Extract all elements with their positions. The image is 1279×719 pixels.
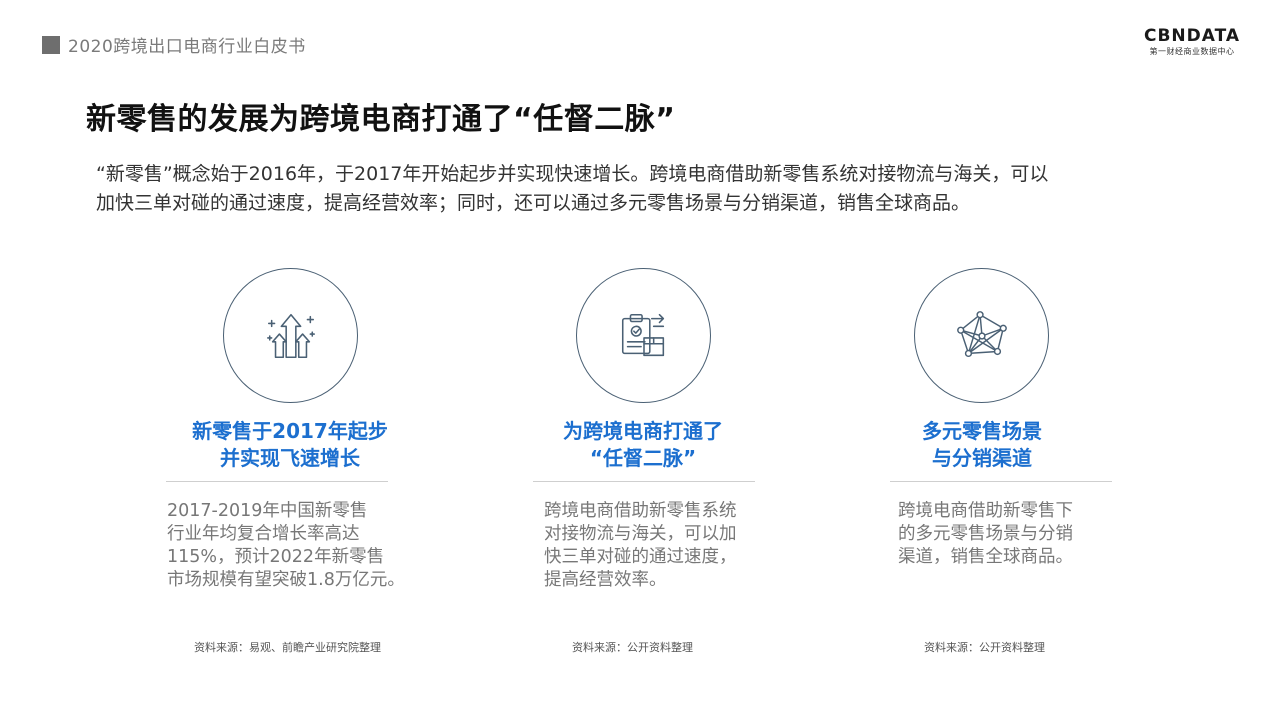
logo-subtitle: 第一财经商业数据中心: [1149, 47, 1235, 56]
intro-line-2: 加快三单对碰的通过速度，提高经营效率；同时，还可以通过多元零售场景与分销渠道，销…: [96, 192, 971, 214]
source-note: 资料来源：易观、前瞻产业研究院整理: [194, 641, 381, 654]
page-title: 新零售的发展为跨境电商打通了“任督二脉”: [86, 102, 676, 137]
intro-paragraph: “新零售”概念始于2016年，于2017年开始起步并实现快速增长。跨境电商借助新…: [96, 160, 1196, 218]
body-line: 市场规模有望突破1.8万亿元。: [167, 570, 405, 590]
column-body: 跨境电商借助新零售系统 对接物流与海关，可以加 快三单对碰的通过速度， 提高经营…: [544, 500, 737, 592]
document-title: 2020跨境出口电商行业白皮书: [68, 37, 306, 57]
divider: [533, 481, 755, 482]
body-line: 跨境电商借助新零售系统: [544, 501, 737, 521]
growth-arrows-icon: [266, 313, 315, 358]
divider: [890, 481, 1112, 482]
body-line: 提高经营效率。: [544, 570, 667, 590]
document-header: 2020跨境出口电商行业白皮书: [42, 32, 306, 57]
clipboard-box-icon: [621, 313, 664, 356]
divider: [166, 481, 388, 482]
icon-circle: [576, 268, 711, 403]
body-line: 行业年均复合增长率高达: [167, 524, 360, 544]
body-line: 对接物流与海关，可以加: [544, 524, 737, 544]
body-line: 快三单对碰的通过速度，: [544, 547, 737, 567]
heading-line-2: 与分销渠道: [932, 446, 1032, 470]
heading-line-2: “任督二脉”: [589, 446, 697, 470]
body-line: 2017-2019年中国新零售: [167, 501, 368, 521]
source-note: 资料来源：公开资料整理: [924, 641, 1045, 654]
heading-line-1: 多元零售场景: [922, 419, 1042, 443]
network-icon: [956, 310, 1007, 357]
column-heading: 为跨境电商打通了 “任督二脉”: [493, 418, 793, 472]
cbndata-logo: CBNDATA 第一财经商业数据中心: [1142, 26, 1242, 57]
heading-line-2: 并实现飞速增长: [220, 446, 360, 470]
column-heading: 新零售于2017年起步 并实现飞速增长: [140, 418, 440, 472]
source-note: 资料来源：公开资料整理: [572, 641, 693, 654]
column-body: 2017-2019年中国新零售 行业年均复合增长率高达 115%，预计2022年…: [167, 500, 405, 592]
logo-wordmark: CBNDATA: [1143, 26, 1241, 46]
heading-line-1: 新零售于2017年起步: [192, 419, 388, 443]
column-heading: 多元零售场景 与分销渠道: [832, 418, 1132, 472]
body-line: 渠道，销售全球商品。: [898, 547, 1073, 567]
intro-line-1: “新零售”概念始于2016年，于2017年开始起步并实现快速增长。跨境电商借助新…: [96, 163, 1049, 185]
heading-line-1: 为跨境电商打通了: [563, 419, 723, 443]
column-body: 跨境电商借助新零售下 的多元零售场景与分销 渠道，销售全球商品。: [898, 500, 1073, 569]
icon-circle: [914, 268, 1049, 403]
header-square-marker: [42, 35, 60, 54]
body-line: 115%，预计2022年新零售: [167, 547, 385, 567]
icon-circle: [223, 268, 358, 403]
body-line: 跨境电商借助新零售下: [898, 501, 1073, 521]
body-line: 的多元零售场景与分销: [898, 524, 1073, 544]
